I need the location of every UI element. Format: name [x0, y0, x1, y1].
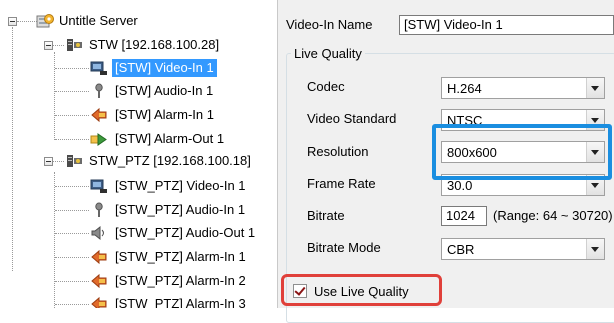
use-live-quality-highlight-box — [281, 274, 442, 306]
tree-node-label: [STW_PTZ] Audio-In 1 — [115, 202, 246, 217]
bitrate-label: Bitrate — [307, 208, 345, 223]
tree-node-audio-out[interactable]: [STW_PTZ] Audio-Out 1 — [90, 222, 275, 244]
tree-connector — [54, 52, 55, 140]
tree-node-label: [STW_PTZ] Video-In 1 — [115, 178, 246, 193]
tree-connector — [54, 172, 55, 308]
live-quality-group-title: Live Quality — [291, 46, 365, 62]
tree-connector — [55, 210, 89, 211]
tree-connector — [17, 21, 37, 22]
collapse-root-toggle[interactable] — [8, 17, 17, 26]
tree-node-video-in[interactable]: [STW_PTZ] Video-In 1 — [90, 175, 275, 197]
bitrate-range-hint: (Range: 64 ~ 30720) — [493, 208, 613, 223]
bitrate-field[interactable]: 1024 — [441, 206, 487, 226]
tree-node-label: [STW_PTZ] Alarm-In 2 — [115, 273, 246, 288]
alarm-in-icon — [90, 107, 108, 123]
frame-rate-label: Frame Rate — [307, 176, 376, 191]
alarm-in-icon — [90, 296, 108, 308]
video-camera-icon — [90, 178, 108, 194]
tree-node-label: [STW] Alarm-Out 1 — [115, 131, 225, 146]
device-tree[interactable]: Untitle Server STW [192.168.100.28] [STW… — [0, 0, 278, 308]
tree-node-audio-in[interactable]: [STW] Audio-In 1 — [90, 80, 270, 102]
settings-panel: Video-In Name [STW] Video-In 1 Live Qual… — [278, 0, 614, 323]
tree-node-alarm-in[interactable]: [STW_PTZ] Alarm-In 3 — [90, 293, 275, 308]
alarm-in-icon — [90, 273, 108, 289]
tree-connector — [55, 257, 89, 258]
tree-node-label: STW_PTZ [192.168.100.18] — [89, 153, 251, 168]
camera-server-icon — [66, 153, 84, 169]
tree-connector — [55, 91, 89, 92]
chevron-down-icon[interactable] — [586, 78, 604, 98]
codec-value: H.264 — [447, 81, 482, 96]
tree-connector — [55, 115, 89, 116]
tree-node-label: [STW_PTZ] Audio-Out 1 — [115, 225, 256, 240]
tree-node-label: [STW_PTZ] Alarm-In 3 — [115, 296, 246, 308]
video-in-name-field[interactable]: [STW] Video-In 1 — [399, 15, 614, 35]
codec-label: Codec — [307, 79, 345, 94]
video-camera-icon — [90, 60, 108, 76]
tree-node-alarm-in[interactable]: [STW_PTZ] Alarm-In 1 — [90, 246, 275, 268]
microphone-icon — [90, 202, 108, 218]
frame-rate-value: 30.0 — [447, 178, 473, 193]
tree-node-label: STW [192.168.100.28] — [89, 37, 220, 52]
microphone-icon — [90, 83, 108, 99]
video-standard-label: Video Standard — [307, 111, 397, 126]
collapse-server-toggle[interactable] — [44, 157, 53, 166]
tree-node-label: [STW] Audio-In 1 — [115, 83, 214, 98]
tree-node-server[interactable]: STW_PTZ [192.168.100.18] — [66, 150, 276, 172]
tree-node-label: [STW] Video-In 1 — [112, 59, 217, 77]
tree-node-audio-in[interactable]: [STW_PTZ] Audio-In 1 — [90, 199, 275, 221]
resolution-highlight-box — [432, 124, 612, 180]
bitrate-mode-value: CBR — [447, 242, 475, 257]
tree-connector — [55, 68, 89, 69]
resolution-label: Resolution — [307, 144, 369, 159]
alarm-in-icon — [90, 249, 108, 265]
tree-connector — [55, 139, 89, 140]
tree-node-label: Untitle Server — [59, 13, 138, 28]
speaker-icon — [90, 225, 108, 241]
tree-connector — [12, 27, 13, 271]
bitrate-mode-select[interactable]: CBR — [441, 238, 605, 260]
tree-connector — [55, 186, 89, 187]
tree-node-alarm-in[interactable]: [STW] Alarm-In 1 — [90, 104, 270, 126]
camera-server-icon — [66, 37, 84, 53]
bitrate-mode-label: Bitrate Mode — [307, 240, 381, 255]
tree-connector — [55, 281, 89, 282]
tree-node-label: [STW_PTZ] Alarm-In 1 — [115, 249, 246, 264]
chevron-down-icon[interactable] — [586, 239, 604, 259]
tree-node-root[interactable]: Untitle Server — [36, 10, 256, 32]
codec-select[interactable]: H.264 — [441, 77, 605, 99]
tree-node-alarm-in[interactable]: [STW_PTZ] Alarm-In 2 — [90, 270, 275, 292]
video-in-name-label: Video-In Name — [286, 17, 373, 32]
alarm-out-icon — [90, 131, 108, 147]
tree-node-alarm-out[interactable]: [STW] Alarm-Out 1 — [90, 128, 270, 150]
tree-connector — [55, 304, 89, 305]
tree-node-server[interactable]: STW [192.168.100.28] — [66, 34, 266, 56]
collapse-server-toggle[interactable] — [44, 41, 53, 50]
server-gear-icon — [36, 13, 54, 29]
tree-node-label: [STW] Alarm-In 1 — [115, 107, 214, 122]
tree-node-video-in[interactable]: [STW] Video-In 1 — [90, 57, 270, 79]
tree-connector — [55, 233, 89, 234]
